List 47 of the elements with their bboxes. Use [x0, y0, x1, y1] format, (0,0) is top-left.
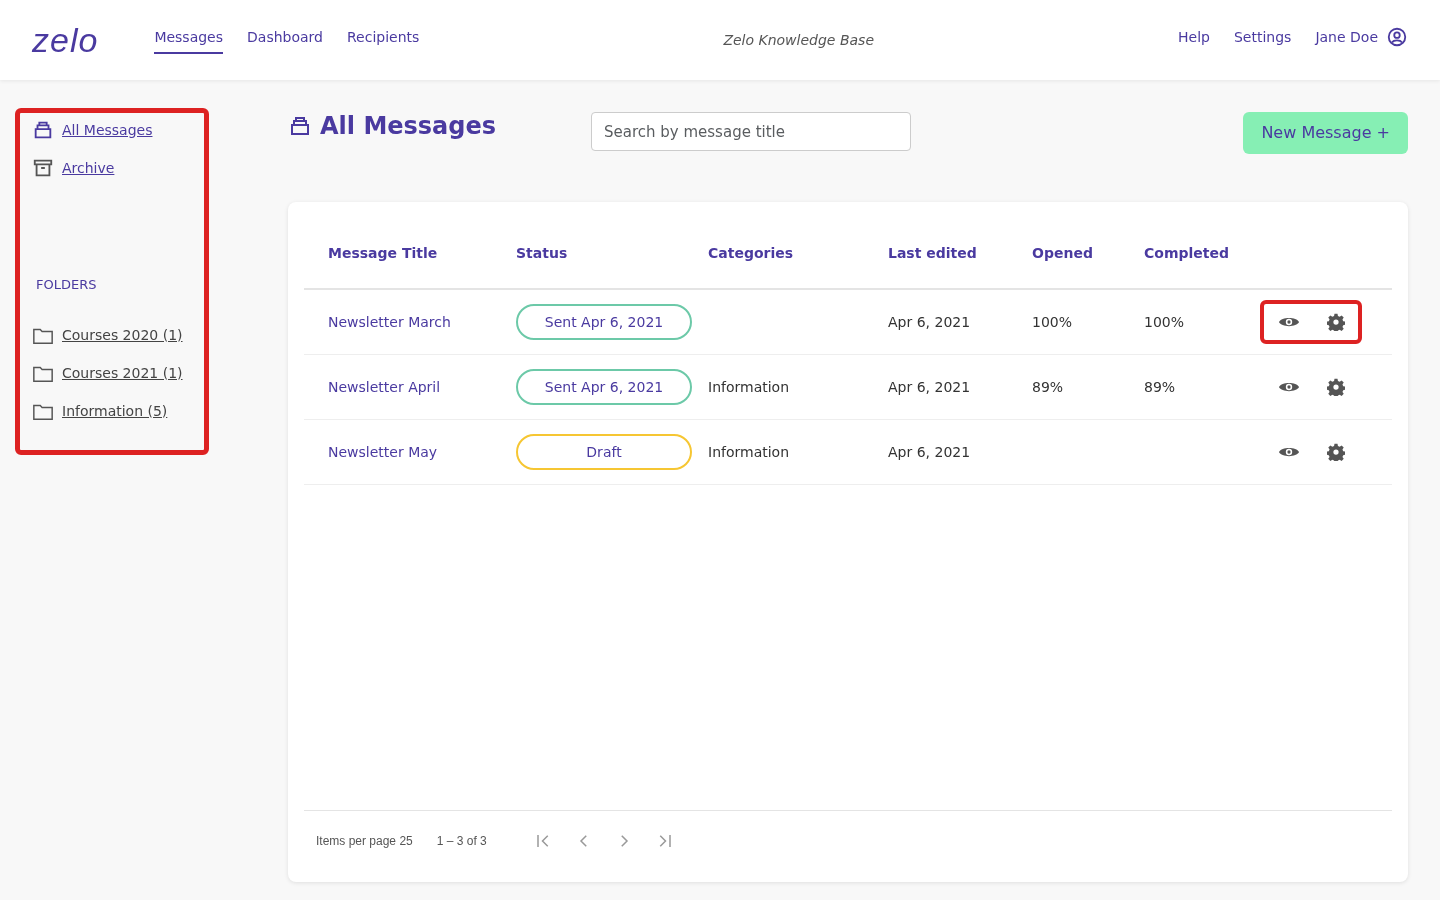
settings-icon[interactable] [1326, 378, 1345, 396]
user-menu[interactable]: Jane Doe [1315, 26, 1408, 54]
site-title: Zelo Knowledge Base [723, 31, 874, 48]
completed-cell: 89% [1144, 378, 1176, 395]
column-header: Message Title [327, 243, 439, 263]
range-label: 1 – 3 of 3 [436, 832, 487, 850]
column-header: Last edited [888, 243, 978, 263]
column-header: Completed [1144, 243, 1230, 263]
opened-cell: 89% [1032, 378, 1064, 395]
category-cell: Information [708, 378, 790, 395]
status-badge: Draft [516, 434, 692, 470]
category-cell: Information [708, 443, 790, 460]
page-title: All Messages [320, 112, 497, 141]
user-avatar-icon [1386, 26, 1408, 48]
settings-icon[interactable] [1326, 443, 1345, 461]
completed-cell: 100% [1144, 313, 1185, 330]
help-link[interactable]: Help [1178, 26, 1210, 54]
opened-cell: 100% [1032, 313, 1073, 330]
date-cell: Apr 6, 2021 [888, 443, 971, 460]
column-header: Opened [1032, 243, 1094, 263]
message-title-link[interactable]: Newsletter March [328, 313, 451, 330]
settings-icon[interactable] [1326, 313, 1345, 331]
sidebar-link[interactable]: All Messages [62, 119, 153, 141]
folder-link[interactable]: Courses 2020 (1) [62, 325, 183, 346]
settings-link[interactable]: Settings [1233, 26, 1292, 54]
logo: zelo [32, 19, 99, 61]
folder-link[interactable]: Information (5) [62, 401, 168, 422]
sidebar-link[interactable]: Archive [62, 157, 115, 179]
folder-link[interactable]: Courses 2021 (1) [62, 363, 183, 384]
date-cell: Apr 6, 2021 [888, 378, 971, 395]
inbox-icon [32, 119, 54, 141]
status-badge: Sent Apr 6, 2021 [516, 304, 692, 340]
nav-link[interactable]: Dashboard [247, 26, 323, 54]
message-title-link[interactable]: Newsletter April [328, 378, 441, 395]
nav-link[interactable]: Recipients [347, 26, 420, 54]
new-message-button[interactable]: New Message + [1243, 112, 1408, 154]
status-badge: Sent Apr 6, 2021 [516, 369, 692, 405]
folders-heading: FOLDERS [36, 276, 98, 294]
message-title-link[interactable]: Newsletter May [328, 443, 438, 460]
search-field[interactable]: Search by message title [591, 112, 911, 151]
archive-icon [32, 157, 54, 179]
column-header: Status [516, 243, 569, 263]
items-per-page-label: Items per page 25 [316, 832, 413, 850]
user-name: Jane Doe [1315, 27, 1378, 47]
nav-link[interactable]: Messages [154, 26, 224, 54]
column-header: Categories [707, 243, 795, 263]
date-cell: Apr 6, 2021 [888, 313, 971, 330]
